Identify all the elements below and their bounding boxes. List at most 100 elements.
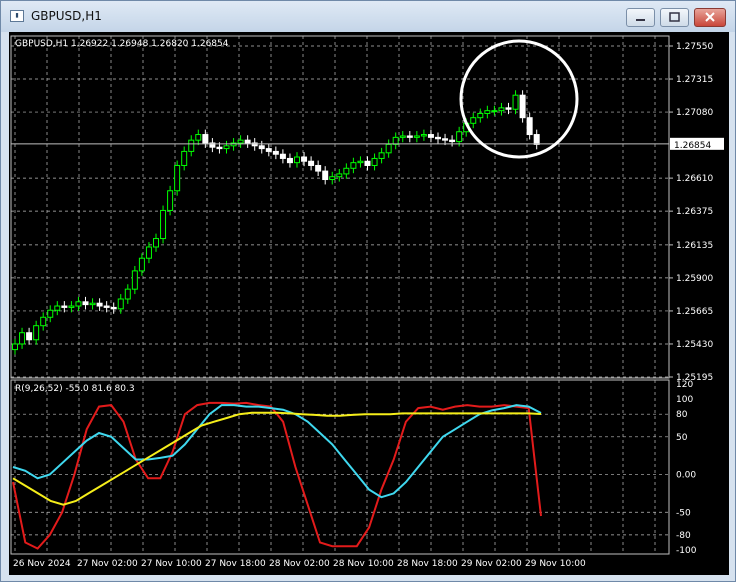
price-y-tick-label: 1.25900 [676, 274, 713, 284]
candle-body [244, 139, 251, 144]
candle-body [131, 270, 138, 290]
indicator-y-tick-label: -50 [676, 508, 691, 518]
candle-body [75, 301, 82, 307]
candle-body [181, 150, 188, 166]
chart-header: GBPUSD,H1 1.26922 1.26948 1.26820 1.2685… [15, 39, 229, 49]
indicator-y-tick-label: 0.00 [676, 471, 696, 481]
candle-body [47, 309, 54, 318]
x-tick-label: 29 Nov 02:00 [461, 559, 522, 569]
chart-area[interactable]: 1.27550 1.27315 1.27080 1.26610 1.26375 1.261… [9, 32, 729, 575]
candle-body [61, 305, 68, 308]
indicator-y-tick-label: -100 [676, 546, 697, 556]
candle-body [442, 138, 449, 141]
candle-body [195, 134, 202, 141]
current-price-label: 1.26854 [674, 141, 711, 151]
maximize-icon [669, 12, 680, 22]
candle-body [124, 288, 131, 300]
candle-body [477, 112, 484, 119]
price-y-tick-label: 1.25665 [676, 307, 713, 317]
candle-body [498, 107, 505, 112]
price-y-tick-label: 1.26375 [676, 207, 713, 217]
candle-body [385, 143, 392, 154]
candle-body [237, 139, 244, 144]
candle-body [279, 153, 286, 159]
candle-body [449, 139, 456, 143]
x-tick-label: 27 Nov 18:00 [205, 559, 266, 569]
candle-body [265, 148, 272, 152]
candle-body [26, 332, 33, 341]
candle-body [216, 146, 223, 150]
x-tick-label: 28 Nov 10:00 [333, 559, 394, 569]
candle-body [526, 117, 533, 136]
window-title: GBPUSD,H1 [31, 9, 102, 23]
candle-body [484, 110, 491, 114]
price-y-tick-label: 1.27550 [676, 42, 713, 52]
candle-body [272, 150, 279, 155]
x-tick-label: 27 Nov 10:00 [141, 559, 202, 569]
candle-body [456, 131, 463, 143]
candle-body [89, 302, 96, 306]
candle-body [117, 298, 124, 310]
x-tick-label: 29 Nov 10:00 [525, 559, 586, 569]
candle-body [54, 305, 61, 311]
candle-body [167, 190, 174, 211]
x-tick-label: 28 Nov 02:00 [269, 559, 330, 569]
candle-body [96, 302, 103, 307]
candle-body [364, 160, 371, 166]
candle-body [286, 157, 293, 164]
candle-body [33, 325, 40, 341]
candle-body [202, 134, 209, 144]
candle-body [160, 209, 167, 240]
chart-canvas[interactable]: 1.27550 1.27315 1.27080 1.26610 1.26375 1.261… [9, 32, 729, 575]
price-y-tick-label: 1.27080 [676, 108, 713, 118]
price-y-tick-label: 1.26135 [676, 241, 713, 251]
chart-window: ▮ GBPUSD,H1 1.27550 1.27315 1.27080 1.26610… [0, 0, 736, 582]
indicator-label: R(9,26,52) -55.0 81.6 80.3 [15, 384, 135, 394]
candle-body [533, 134, 540, 145]
candle-body [19, 332, 26, 345]
close-icon [705, 12, 715, 22]
candle-body [308, 160, 315, 166]
close-button[interactable] [694, 8, 726, 27]
indicator-y-tick-label: 100 [676, 395, 693, 405]
maximize-button[interactable] [660, 8, 689, 27]
candle-body [420, 134, 427, 137]
x-tick-label: 26 Nov 2024 [13, 559, 71, 569]
price-y-tick-label: 1.27315 [676, 75, 713, 85]
x-tick-label: 27 Nov 02:00 [77, 559, 138, 569]
candle-body [12, 343, 18, 351]
candle-body [350, 162, 357, 169]
price-y-tick-label: 1.26610 [676, 174, 713, 184]
candle-body [294, 156, 300, 164]
candle-body [145, 246, 152, 259]
x-tick-label: 28 Nov 18:00 [397, 559, 458, 569]
chart-window-icon: ▮ [10, 10, 24, 22]
candle-body [435, 136, 441, 140]
candle-body [110, 306, 117, 310]
candle-body [223, 145, 230, 150]
candle-body [82, 301, 89, 306]
candle-body [406, 135, 413, 138]
indicator-y-tick-label: 120 [676, 380, 693, 390]
indicator-y-tick-label: 80 [676, 410, 688, 420]
candle-body [512, 94, 519, 110]
candle-body [322, 170, 329, 181]
candle-body [336, 173, 343, 178]
candle-body [258, 145, 265, 150]
candle-body [357, 160, 364, 164]
candle-body [519, 94, 526, 119]
title-bar[interactable]: ▮ GBPUSD,H1 [1, 1, 735, 32]
minimize-button[interactable] [626, 8, 655, 27]
candle-body [491, 110, 498, 113]
indicator-y-tick-label: 50 [676, 433, 688, 443]
price-pane-frame [10, 35, 670, 379]
candle-body [413, 135, 420, 138]
candle-body [301, 156, 308, 162]
candle-body [40, 316, 47, 327]
candle-body [470, 117, 477, 124]
candle-body [329, 176, 336, 181]
annotation-circle [459, 39, 579, 159]
minimize-icon [636, 19, 645, 21]
price-y-tick-label: 1.25430 [676, 340, 713, 350]
candle-body [315, 164, 322, 172]
